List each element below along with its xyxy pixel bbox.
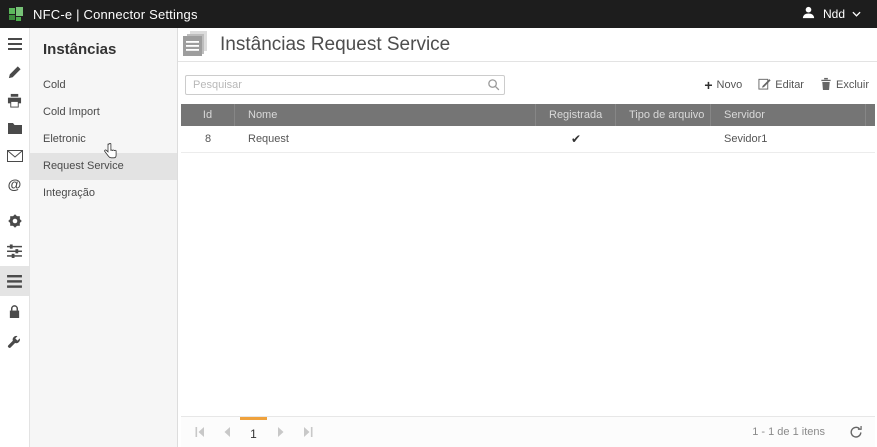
plus-icon: + [704,79,712,91]
cell-id: 8 [181,126,235,152]
cell-registrada: ✔ [536,126,616,152]
user-name: Ndd [823,7,845,21]
sidebar-item-integracao[interactable]: Integração [30,180,177,207]
rail-group-divider [0,198,29,206]
new-button[interactable]: + Novo [704,79,742,91]
user-icon [801,5,816,23]
icon-rail: @ [0,28,30,447]
app-logo-icon [8,6,24,22]
topbar: NFC-e | Connector Settings Ndd [0,0,877,28]
next-page-icon[interactable] [267,417,294,447]
sidebar-title: Instâncias [30,28,177,72]
table-row[interactable]: 8 Request ✔ Sevidor1 [181,126,875,153]
grid-toolbar: + Novo Editar Excluir [185,75,869,95]
grid-header-row: Id Nome Registrada Tipo de arquivo Servi… [181,104,875,126]
pager-summary: 1 - 1 de 1 itens [752,426,825,438]
first-page-icon[interactable] [186,417,213,447]
sidebar: Instâncias Cold Cold Import Eletronic Re… [30,28,178,447]
check-icon: ✔ [571,132,581,146]
edit-button-label: Editar [775,79,804,91]
pages-stack-icon [182,30,212,60]
last-page-icon[interactable] [294,417,321,447]
trash-icon [820,77,832,93]
page-header: Instâncias Request Service [178,28,877,62]
search-icon [487,78,500,94]
sidebar-item-request-service[interactable]: Request Service [30,153,177,180]
user-menu[interactable]: Ndd [801,5,877,23]
edit-button[interactable]: Editar [758,77,804,93]
column-header-filler [866,104,875,126]
wrench-icon[interactable] [0,326,29,356]
folder-icon[interactable] [0,114,29,142]
main-content: Instâncias Request Service + Novo Editar… [178,28,877,447]
column-header-tipo-de-arquivo[interactable]: Tipo de arquivo [616,104,711,126]
app-title: NFC-e | Connector Settings [33,7,198,22]
refresh-icon[interactable] [849,425,863,439]
gear-icon[interactable] [0,206,29,236]
pager: 1 1 - 1 de 1 itens [181,416,875,447]
cell-nome: Request [235,126,536,152]
instances-grid: Id Nome Registrada Tipo de arquivo Servi… [181,104,875,153]
list-icon[interactable] [0,266,29,296]
new-button-label: Novo [717,79,743,91]
cell-servidor: Sevidor1 [711,126,866,152]
printer-icon[interactable] [0,86,29,114]
pager-buttons: 1 [181,417,321,447]
column-header-nome[interactable]: Nome [235,104,536,126]
mail-icon[interactable] [0,142,29,170]
at-icon[interactable]: @ [0,170,29,198]
sidebar-item-cold-import[interactable]: Cold Import [30,99,177,126]
sliders-icon[interactable] [0,236,29,266]
pen-icon[interactable] [0,58,29,86]
delete-button[interactable]: Excluir [820,77,869,93]
prev-page-icon[interactable] [213,417,240,447]
column-header-registrada[interactable]: Registrada [536,104,616,126]
pencil-icon [758,77,771,93]
column-header-servidor[interactable]: Servidor [711,104,866,126]
search-input[interactable] [185,75,505,95]
cell-tipo-de-arquivo [616,126,711,152]
lock-icon[interactable] [0,296,29,326]
column-header-id[interactable]: Id [181,104,235,126]
sidebar-item-cold[interactable]: Cold [30,72,177,99]
pager-info: 1 - 1 de 1 itens [752,417,875,447]
cell-filler [866,126,875,152]
menu-icon[interactable] [0,30,29,58]
page-title: Instâncias Request Service [220,34,450,56]
delete-button-label: Excluir [836,79,869,91]
chevron-down-icon [852,8,861,20]
current-page[interactable]: 1 [240,417,267,447]
sidebar-item-eletronic[interactable]: Eletronic [30,126,177,153]
search-box [185,75,505,95]
